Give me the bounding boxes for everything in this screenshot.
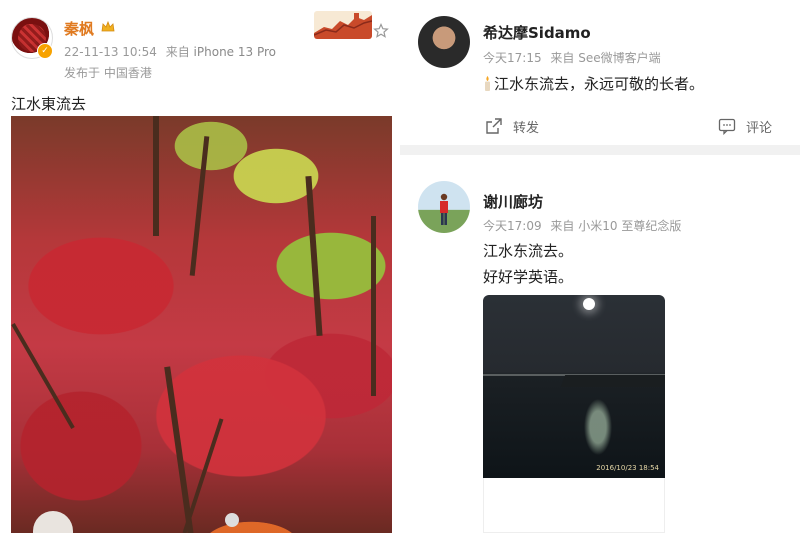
- post-meta: 今天17:15 来自 See微博客户端: [483, 49, 661, 66]
- post-text-line: 好好学英语。: [483, 268, 574, 286]
- right-comment-list: 希达摩Sidamo 今天17:15 来自 See微博客户端 江水东流去，永远可敬…: [400, 0, 800, 533]
- post-time: 今天17:15: [483, 51, 542, 65]
- post-meta: 今天17:09 来自 小米10 至尊纪念版: [483, 217, 681, 234]
- verified-badge-icon: ✓: [37, 43, 53, 59]
- repost-label: 转发: [513, 120, 540, 136]
- great-wall-banner: [314, 11, 372, 39]
- repost-icon: [486, 118, 502, 134]
- username[interactable]: 秦枫: [64, 18, 94, 39]
- user-avatar[interactable]: [418, 16, 470, 68]
- post-time: 今天17:09: [483, 219, 542, 233]
- repost-button[interactable]: 转发: [485, 116, 539, 136]
- username[interactable]: 谢川廊坊: [483, 191, 543, 212]
- photo-card-footer: [483, 478, 665, 533]
- candle-icon: [485, 76, 490, 91]
- post-text: 江水東流去: [11, 95, 87, 113]
- post-source: 来自 See微博客户端: [550, 51, 661, 65]
- moon: [583, 298, 595, 310]
- post-photo[interactable]: 2016/10/23 18:54: [483, 295, 665, 478]
- photo-date-stamp: 2016/10/23 18:54: [596, 464, 659, 472]
- star-icon[interactable]: [373, 23, 389, 39]
- location-label: 发布于 中国香港: [64, 66, 152, 80]
- post-source: 来自 小米10 至尊纪念版: [550, 219, 682, 233]
- crown-icon: [101, 21, 115, 32]
- user-avatar[interactable]: [418, 181, 470, 233]
- left-weibo-post: ✓ 秦枫 22-11-13 10:54 来自 iPhone 13 Pro 发布于…: [0, 0, 400, 533]
- post-text: 江水东流去，永远可敬的长者。: [483, 73, 704, 94]
- comment-button[interactable]: 评论: [718, 116, 772, 136]
- section-divider: [400, 145, 800, 155]
- comment-icon: [718, 118, 736, 135]
- post-meta: 22-11-13 10:54 来自 iPhone 13 Pro: [64, 43, 276, 60]
- comment-label: 评论: [746, 120, 773, 136]
- username[interactable]: 希达摩Sidamo: [483, 22, 591, 43]
- post-photo[interactable]: [11, 116, 392, 533]
- post-timestamp: 22-11-13 10:54: [64, 45, 157, 59]
- post-text-line: 江水东流去。: [483, 242, 574, 260]
- source-prefix: 来自: [165, 45, 190, 59]
- post-text-content: 江水东流去，永远可敬的长者。: [494, 75, 705, 93]
- device-label[interactable]: iPhone 13 Pro: [194, 45, 276, 59]
